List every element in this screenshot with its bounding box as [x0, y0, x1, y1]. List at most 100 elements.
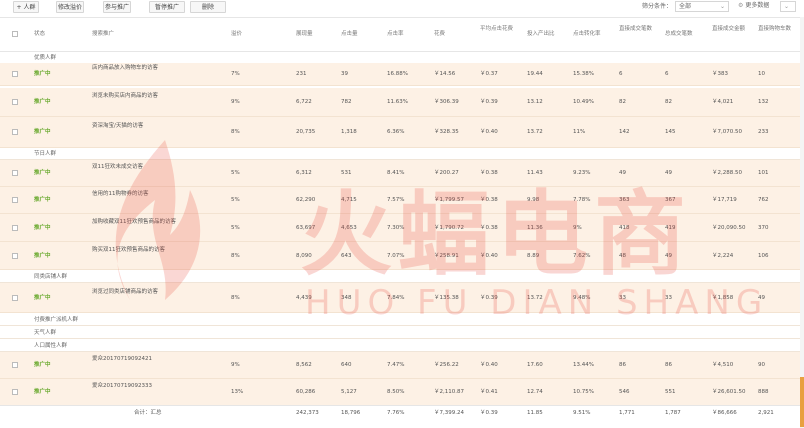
- row-status[interactable]: 推广中: [34, 70, 51, 78]
- row-premium: 9%: [231, 362, 240, 368]
- row-status[interactable]: 推广中: [34, 128, 51, 136]
- row-ttxn: 49: [665, 253, 672, 259]
- row-status[interactable]: 推广中: [34, 252, 51, 260]
- col-premium[interactable]: 溢价: [231, 30, 242, 38]
- row-cost: ￥14.56: [434, 71, 456, 77]
- row-checkbox[interactable]: [12, 225, 18, 231]
- table-row[interactable]: 推广中 双11狂欢未成交访客 5% 6,312 531 8.41% ￥200.27 ￥0.38…: [0, 160, 800, 187]
- row-premium: 13%: [231, 389, 244, 395]
- table-row[interactable]: 推广中 浏览过同类店铺商品的访客 8% 4,439 348 7.84% ￥135.38 ￥0.…: [0, 283, 800, 313]
- row-checkbox[interactable]: [12, 170, 18, 176]
- row-fav: 101: [758, 170, 769, 176]
- row-cvr: 7.78%: [573, 197, 591, 203]
- row-roi: 11.43: [527, 170, 543, 176]
- col-fav-count[interactable]: 直接购物车数: [758, 25, 798, 33]
- vertical-scrollbar[interactable]: [800, 17, 804, 428]
- row-status[interactable]: 推广中: [34, 224, 51, 232]
- pause-promo-button[interactable]: 暂停推广: [149, 1, 185, 13]
- row-damount: ￥7,070.50: [712, 129, 742, 135]
- row-crowd-name[interactable]: 资深淘宝/天猫的访客: [92, 122, 143, 130]
- row-clicks: 531: [341, 170, 352, 176]
- table-row[interactable]: 推广中 爱众20170719092333 13% 60,286 5,127 8.50% ￥2…: [0, 379, 800, 406]
- join-promo-button[interactable]: 参与推广: [103, 1, 131, 13]
- col-direct-amount[interactable]: 直接成交金额: [712, 25, 752, 33]
- row-fav: 10: [758, 71, 765, 77]
- total-roi: 11.85: [527, 410, 543, 416]
- row-fav: 888: [758, 389, 769, 395]
- filter-select[interactable]: 全部 ⌄: [675, 1, 729, 12]
- row-fav: 233: [758, 129, 769, 135]
- col-roi[interactable]: 投入产出比: [527, 30, 555, 38]
- row-fav: 49: [758, 295, 765, 301]
- group-header: 节日人群: [0, 147, 800, 160]
- col-avg-cpc[interactable]: 平均点击花费: [480, 25, 520, 33]
- row-crowd-name[interactable]: 爱众20170719092333: [92, 382, 152, 390]
- row-crowd-name[interactable]: 店内商品放入购物车的访客: [92, 64, 158, 72]
- row-crowd-name[interactable]: 加购收藏双11狂欢预售商品的访客: [92, 218, 176, 226]
- row-ttxn: 49: [665, 170, 672, 176]
- table-row[interactable]: 推广中 购买双11狂欢预售商品的访客 8% 8,090 643 7.07% ￥258.91 ￥…: [0, 242, 800, 270]
- delete-button[interactable]: 删除: [190, 1, 226, 13]
- table-row[interactable]: 推广中 浏览未购买店内商品的访客 9% 6,722 782 11.63% ￥306.39 ￥0…: [0, 88, 800, 117]
- row-ctr: 7.07%: [387, 253, 405, 259]
- row-status[interactable]: 推广中: [34, 196, 51, 204]
- row-roi: 9.98: [527, 197, 540, 203]
- col-total-txn[interactable]: 总成交笔数: [665, 30, 693, 38]
- row-premium: 8%: [231, 129, 240, 135]
- row-checkbox[interactable]: [12, 99, 18, 105]
- row-status[interactable]: 推广中: [34, 169, 51, 177]
- row-ctr: 7.30%: [387, 225, 405, 231]
- row-crowd-name[interactable]: 购买双11狂欢预售商品的访客: [92, 246, 165, 254]
- row-status[interactable]: 推广中: [34, 361, 51, 369]
- row-crowd-name[interactable]: 双11狂欢未成交访客: [92, 163, 143, 171]
- row-checkbox[interactable]: [12, 197, 18, 203]
- row-ttxn: 6: [665, 71, 669, 77]
- select-all-checkbox[interactable]: [12, 31, 18, 37]
- more-data-label: 更多数据: [745, 2, 770, 9]
- row-checkbox[interactable]: [12, 71, 18, 77]
- col-ctr[interactable]: 点击率: [387, 30, 404, 38]
- row-roi: 19.44: [527, 71, 543, 77]
- col-cvr[interactable]: 点击转化率: [573, 30, 601, 38]
- more-data-toggle[interactable]: ⚙ 更多数据: [735, 1, 775, 12]
- col-clicks[interactable]: 点击量: [341, 30, 358, 38]
- table-row[interactable]: 推广中 店内商品放入购物车的访客 7% 231 39 16.88% ￥14.56 ￥0.37 1…: [0, 63, 800, 86]
- row-roi: 17.60: [527, 362, 543, 368]
- row-crowd-name[interactable]: 爱众20170719092421: [92, 355, 152, 363]
- table-row[interactable]: 推广中 资深淘宝/天猫的访客 8% 20,735 1,318 6.36% ￥328.35 ￥0…: [0, 117, 800, 148]
- row-cvr: 9.23%: [573, 170, 591, 176]
- row-damount: ￥4,510: [712, 362, 734, 368]
- total-label: 合计：汇总: [134, 410, 162, 416]
- row-status[interactable]: 推广中: [34, 98, 51, 106]
- col-direct-txn[interactable]: 直接成交笔数: [619, 25, 659, 33]
- row-checkbox[interactable]: [12, 129, 18, 135]
- row-clicks: 39: [341, 71, 348, 77]
- row-crowd-name[interactable]: 信用的11购物券的访客: [92, 190, 149, 198]
- row-dtxn: 418: [619, 225, 630, 231]
- row-cost: ￥135.38: [434, 295, 459, 301]
- row-checkbox[interactable]: [12, 389, 18, 395]
- table-row[interactable]: 推广中 信用的11购物券的访客 5% 62,290 4,715 7.57% ￥1,799.5…: [0, 187, 800, 214]
- more-data-dropdown[interactable]: ⌄: [780, 1, 796, 12]
- row-crowd-name[interactable]: 浏览过同类店铺商品的访客: [92, 288, 158, 296]
- edit-premium-button[interactable]: 修改溢价: [56, 1, 84, 13]
- row-status[interactable]: 推广中: [34, 388, 51, 396]
- row-premium: 5%: [231, 197, 240, 203]
- row-status[interactable]: 推广中: [34, 294, 51, 302]
- row-checkbox[interactable]: [12, 295, 18, 301]
- row-checkbox[interactable]: [12, 253, 18, 259]
- row-cpc: ￥0.38: [480, 170, 498, 176]
- col-impressions[interactable]: 展现量: [296, 30, 313, 38]
- scrollbar-thumb[interactable]: [800, 377, 804, 427]
- add-crowd-button[interactable]: + 人群: [13, 1, 39, 13]
- table-row[interactable]: 推广中 加购收藏双11狂欢预售商品的访客 5% 63,697 4,653 7.30% ￥1,…: [0, 214, 800, 242]
- table-row[interactable]: 推广中 爱众20170719092421 9% 8,562 640 7.47% ￥256.2…: [0, 352, 800, 379]
- row-cvr: 9.48%: [573, 295, 591, 301]
- col-status: 状态: [34, 31, 46, 37]
- group-label: 节日人群: [34, 151, 57, 157]
- row-checkbox[interactable]: [12, 362, 18, 368]
- col-cost[interactable]: 花费: [434, 30, 445, 38]
- group-header: 人口属性人群: [0, 339, 800, 352]
- row-crowd-name[interactable]: 浏览未购买店内商品的访客: [92, 92, 158, 100]
- row-premium: 5%: [231, 225, 240, 231]
